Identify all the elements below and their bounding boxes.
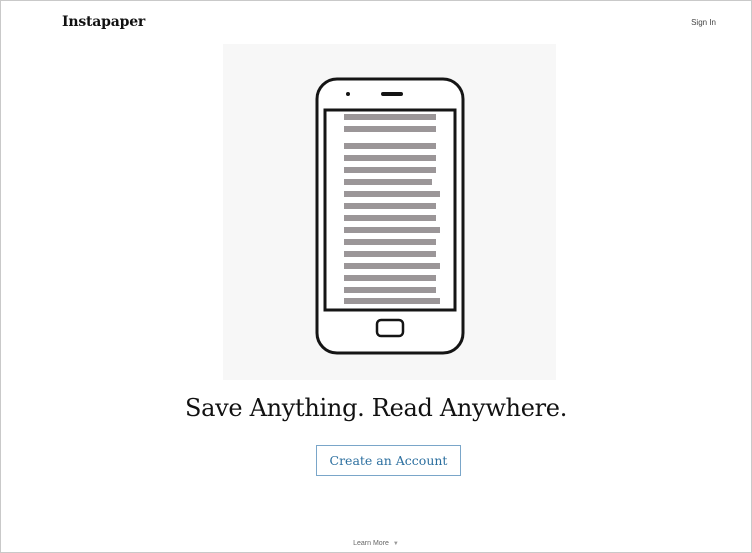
chevron-down-icon: ▼ bbox=[392, 541, 399, 547]
sign-in-link[interactable]: Sign In bbox=[691, 18, 716, 27]
phone-speaker bbox=[381, 92, 403, 96]
learn-more-link[interactable]: Learn More ▼ bbox=[0, 540, 752, 547]
phone-reading-icon bbox=[315, 77, 465, 355]
hero-tagline: Save Anything. Read Anywhere. bbox=[184, 394, 568, 422]
create-account-button[interactable]: Create an Account bbox=[316, 445, 461, 476]
brand-logo[interactable]: Instapaper bbox=[62, 14, 145, 30]
phone-home-button bbox=[375, 318, 405, 338]
phone-camera bbox=[346, 92, 350, 96]
learn-more-label: Learn More bbox=[353, 540, 389, 547]
